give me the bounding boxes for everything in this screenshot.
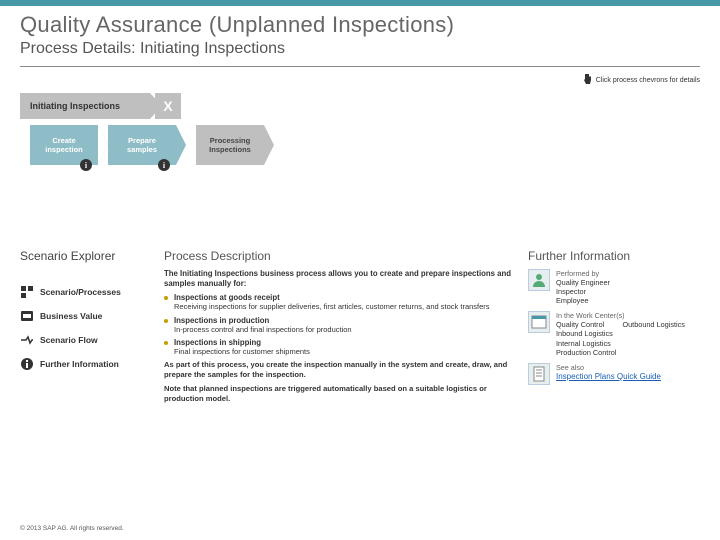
performed-by-values: Quality Engineer Inspector Employee xyxy=(556,278,610,305)
bullet-goods-receipt: Inspections at goods receipt Receiving i… xyxy=(164,293,514,311)
explorer-nav: Scenario/Processes Business Value Scenar… xyxy=(20,285,150,371)
flow-section-tab[interactable]: Initiating Inspections xyxy=(20,93,150,119)
nav-scenarios[interactable]: Scenario/Processes xyxy=(20,285,150,299)
bullet-production: Inspections in production In-process con… xyxy=(164,316,514,334)
process-intro: The Initiating Inspections business proc… xyxy=(164,269,514,289)
bullet-text: Final inspections for customer shipments xyxy=(174,347,310,356)
process-flow: Initiating Inspections X Create inspecti… xyxy=(0,89,720,199)
flow-section-label: Initiating Inspections xyxy=(30,101,120,111)
see-also-group: See also Inspection Plans Quick Guide xyxy=(528,363,700,385)
process-description: Process Description The Initiating Inspe… xyxy=(164,249,514,404)
see-also-link[interactable]: Inspection Plans Quick Guide xyxy=(556,372,661,381)
hint-row: Click process chevrons for details xyxy=(0,67,720,89)
work-center-label: In the Work Center(s) xyxy=(556,311,685,320)
nav-label: Scenario Flow xyxy=(40,335,98,345)
puzzle-icon xyxy=(20,285,34,299)
nav-further-information[interactable]: Further Information xyxy=(20,357,150,371)
person-icon xyxy=(528,269,550,291)
bullet-title: Inspections at goods receipt xyxy=(174,293,490,302)
nav-label: Scenario/Processes xyxy=(40,287,121,297)
process-paragraph: As part of this process, you create the … xyxy=(164,360,514,380)
bullet-shipping: Inspections in shipping Final inspection… xyxy=(164,338,514,356)
step-label: Create inspection xyxy=(36,136,92,154)
step-processing-inspections[interactable]: Processing Inspections xyxy=(196,125,264,165)
process-note: Note that planned inspections are trigge… xyxy=(164,384,514,404)
flow-close[interactable]: X xyxy=(155,93,181,119)
performed-by-label: Performed by xyxy=(556,269,610,278)
flow-icon xyxy=(20,333,34,347)
further-title: Further Information xyxy=(528,249,700,263)
step-label: Processing Inspections xyxy=(202,136,258,154)
step-label: Prepare samples xyxy=(114,136,170,154)
nav-label: Business Value xyxy=(40,311,102,321)
hand-pointer-icon xyxy=(582,73,592,87)
process-description-title: Process Description xyxy=(164,249,514,263)
lower-content: Scenario Explorer Scenario/Processes Bus… xyxy=(0,199,720,404)
header: Quality Assurance (Unplanned Inspections… xyxy=(0,6,720,62)
bullet-title: Inspections in shipping xyxy=(174,338,310,347)
work-center-values-col1: Quality Control Inbound Logistics Intern… xyxy=(556,320,616,356)
page-title: Quality Assurance (Unplanned Inspections… xyxy=(20,12,700,38)
bullet-icon xyxy=(164,341,168,345)
info-badge-icon[interactable]: i xyxy=(158,159,170,171)
nav-business-value[interactable]: Business Value xyxy=(20,309,150,323)
window-icon xyxy=(528,311,550,333)
bullet-title: Inspections in production xyxy=(174,316,352,325)
document-icon xyxy=(528,363,550,385)
bullet-text: Receiving inspections for supplier deliv… xyxy=(174,302,490,311)
copyright: © 2013 SAP AG. All rights reserved. xyxy=(20,525,124,532)
value-icon xyxy=(20,309,34,323)
nav-label: Further Information xyxy=(40,359,119,369)
click-hint: Click process chevrons for details xyxy=(582,73,700,87)
page-subtitle: Process Details: Initiating Inspections xyxy=(20,40,700,58)
further-information: Further Information Performed by Quality… xyxy=(528,249,700,404)
bullet-icon xyxy=(164,296,168,300)
scenario-explorer: Scenario Explorer Scenario/Processes Bus… xyxy=(20,249,150,404)
explorer-title: Scenario Explorer xyxy=(20,249,150,263)
work-center-values-col2: Outbound Logistics xyxy=(622,320,684,356)
nav-scenario-flow[interactable]: Scenario Flow xyxy=(20,333,150,347)
bullet-icon xyxy=(164,319,168,323)
hint-text: Click process chevrons for details xyxy=(596,77,700,84)
work-center-group: In the Work Center(s) Quality Control In… xyxy=(528,311,700,356)
see-also-label: See also xyxy=(556,363,661,372)
performed-by-group: Performed by Quality Engineer Inspector … xyxy=(528,269,700,305)
info-badge-icon[interactable]: i xyxy=(80,159,92,171)
bullet-text: In-process control and final inspections… xyxy=(174,325,352,334)
info-icon xyxy=(20,357,34,371)
